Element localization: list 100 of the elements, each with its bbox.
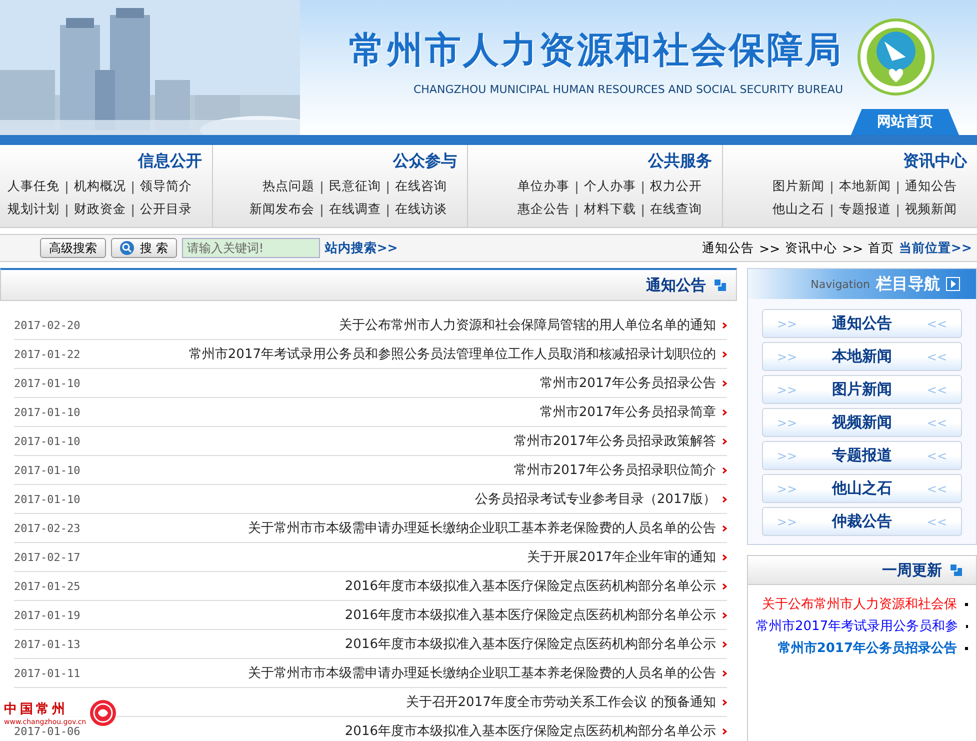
nav-link[interactable]: 个人办事 — [584, 178, 636, 195]
nav-link[interactable]: 单位办事 — [518, 178, 570, 195]
notice-link[interactable]: 关于召开2017年度全市劳动关系工作会议 的预备通知 — [406, 693, 716, 711]
site-title: 常州市人力资源和社会保障局 — [349, 28, 843, 73]
sidebar-item[interactable]: << 本地新闻 >> — [762, 342, 962, 371]
notice-link[interactable]: 2016年度市本级拟准入基本医疗保险定点医药机构部分名单公示 — [344, 635, 716, 653]
notice-date: 2017-02-17 — [14, 550, 80, 564]
separator: | — [130, 202, 135, 217]
separator: | — [574, 202, 579, 217]
squares-icon — [714, 279, 726, 291]
nav-section-title[interactable]: 信息公开 — [138, 151, 202, 172]
sidebar-item[interactable]: << 专题报道 >> — [762, 441, 962, 470]
update-link[interactable]: 关于公布常州市人力资源和社会保 — [762, 595, 957, 613]
breadcrumb-link[interactable]: 通知公告 — [702, 240, 754, 256]
notice-date: 2017-01-19 — [14, 608, 80, 622]
notice-date: 2017-01-11 — [14, 666, 80, 680]
nav-link[interactable]: 在线咨询 — [395, 178, 447, 195]
chevron-icon — [722, 554, 727, 560]
update-link[interactable]: 常州市2017年公务员招录公告 — [778, 639, 957, 657]
breadcrumb-separator: >> — [759, 240, 780, 256]
advanced-search-button[interactable]: 高级搜索 — [40, 238, 106, 258]
breadcrumb-link[interactable]: 资讯中心 — [785, 240, 838, 256]
separator: | — [640, 202, 645, 217]
sidebar-item[interactable]: << 他山之石 >> — [762, 474, 962, 503]
nav-link[interactable]: 财政资金 — [74, 201, 126, 218]
notice-title: 通知公告 — [646, 276, 706, 294]
nav-link[interactable]: 在线查询 — [650, 201, 702, 218]
notice-link[interactable]: 关于常州市市本级需申请办理延长缴纳企业职工基本养老保险费的人员名单的公告 — [248, 664, 716, 682]
chevron-icon — [722, 670, 727, 676]
nav-link[interactable]: 人事任免 — [8, 178, 60, 195]
search-field[interactable]: 请输入关键词! — [182, 238, 320, 258]
nav-link[interactable]: 专题报道 — [838, 201, 891, 218]
nav-link[interactable]: 图片新闻 — [772, 178, 825, 195]
separator: | — [130, 179, 135, 194]
notice-date: 2017-01-06 — [14, 724, 80, 738]
sidebar-item[interactable]: << 仲裁公告 >> — [762, 507, 962, 536]
separator: | — [320, 179, 324, 194]
chevron-icon — [722, 524, 727, 532]
nav-link[interactable]: 民意征询 — [328, 178, 381, 195]
squares-icon — [950, 564, 962, 576]
notice-link[interactable]: 公务员招录考试专业参考目录（2017版） — [474, 490, 716, 508]
separator: | — [320, 202, 324, 217]
breadcrumb-link[interactable]: 首页 — [868, 240, 894, 256]
chevron-icon — [722, 466, 727, 474]
chevron-icon — [722, 438, 727, 444]
notice-link[interactable]: 关于常州市市本级需申请办理延长缴纳企业职工基本养老保险费的人员名单的公告 — [248, 519, 716, 537]
nav-link[interactable]: 他山之石 — [772, 201, 825, 218]
notice-link[interactable]: 2016年度市本级拟准入基本医疗保险定点医药机构部分名单公示 — [344, 577, 716, 595]
chevron-icon — [722, 698, 727, 706]
notice-link[interactable]: 常州市2017年公务员招录政策解答 — [514, 432, 716, 450]
separator: | — [64, 179, 69, 194]
chevron-icon — [722, 350, 727, 358]
notice-date: 2017-01-10 — [14, 376, 80, 390]
notice-link[interactable]: 常州市2017年公务员招录简章 — [540, 403, 716, 421]
nav-link[interactable]: 热点问题 — [262, 178, 315, 195]
nav-link[interactable]: 材料下载 — [584, 201, 636, 218]
notice-date: 2017-01-10 — [14, 492, 80, 506]
separator: | — [830, 202, 834, 217]
badge-title: 中国常州 — [4, 701, 68, 718]
nav-link[interactable]: 机构概况 — [74, 178, 126, 195]
notice-link[interactable]: 常州市2017年考试录用公务员和参照公务员法管理单位工作人员取消和核减招录计划职位的 — [188, 345, 716, 363]
search-button[interactable]: 搜 索 — [111, 238, 177, 258]
notice-link[interactable]: 2016年度市本级拟准入基本医疗保险定点医药机构部分名单公示 — [344, 722, 716, 740]
nav-link[interactable]: 在线调查 — [328, 201, 381, 218]
nav-link[interactable]: 新闻发布会 — [250, 201, 315, 218]
separator: | — [896, 202, 900, 217]
home-tab[interactable]: 网站首页 — [851, 109, 959, 135]
separator: | — [386, 179, 390, 194]
notice-link[interactable]: 关于公布常州市人力资源和社会保障局管辖的用人单位名单的通知 — [339, 316, 716, 334]
nav-link[interactable]: 公开目录 — [140, 201, 192, 218]
notice-link[interactable]: 关于开展2017年企业年审的通知 — [526, 548, 716, 566]
notice-date: 2017-01-10 — [14, 406, 80, 418]
update-link[interactable]: 常州市2017年考试录用公务员和参 — [756, 617, 958, 635]
navigation-subtitle: Navigation — [810, 278, 870, 290]
nav-link[interactable]: 惠企公告 — [518, 201, 570, 218]
nav-link[interactable]: 权力公开 — [650, 178, 702, 195]
nav-section-title[interactable]: 资讯中心 — [903, 151, 967, 172]
nav-section-title[interactable]: 公众参与 — [393, 151, 457, 172]
notice-link[interactable]: 常州市2017年公务员招录公告 — [540, 374, 716, 392]
nav-link[interactable]: 在线访谈 — [395, 201, 447, 218]
separator: | — [64, 202, 69, 217]
notice-date: 2017-01-10 — [14, 434, 80, 448]
sidebar-item[interactable]: << 视频新闻 >> — [762, 408, 962, 437]
notice-link[interactable]: 常州市2017年公务员招录职位简介 — [514, 461, 716, 479]
nav-link[interactable]: 通知公告 — [905, 178, 957, 195]
sidebar-item[interactable]: << 图片新闻 >> — [762, 375, 962, 404]
chevron-icon — [722, 496, 727, 502]
search-label: 站内搜索>> — [324, 240, 398, 256]
nav-link[interactable]: 规划计划 — [8, 201, 60, 218]
sidebar-item[interactable]: << 通知公告 >> — [762, 309, 962, 338]
chevron-icon — [722, 612, 727, 618]
notice-date: 2017-01-13 — [14, 638, 80, 650]
nav-link[interactable]: 领导简介 — [140, 178, 192, 195]
nav-link[interactable]: 本地新闻 — [838, 178, 891, 195]
logo-icon — [857, 18, 935, 96]
search-icon — [120, 241, 134, 255]
nav-link[interactable]: 视频新闻 — [905, 201, 957, 218]
breadcrumb-separator: >> — [842, 240, 864, 256]
notice-link[interactable]: 2016年度市本级拟准入基本医疗保险定点医药机构部分名单公示 — [344, 606, 716, 624]
nav-section-title[interactable]: 公共服务 — [648, 151, 712, 172]
